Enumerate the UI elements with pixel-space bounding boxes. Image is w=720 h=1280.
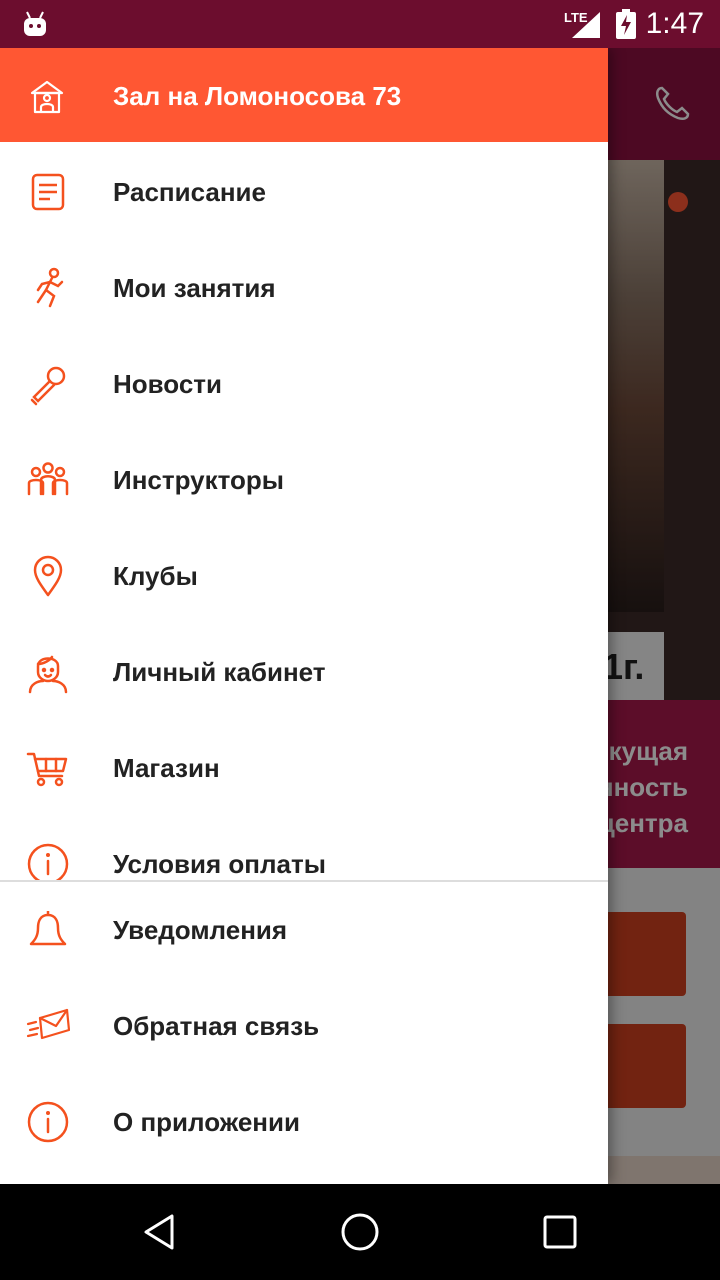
- battery-charging-icon: [616, 9, 636, 39]
- screen: LTE 1:47 1г. кущая нность центра Зал на …: [0, 0, 720, 1280]
- drawer-header[interactable]: Зал на Ломоносова 73: [0, 48, 608, 142]
- drawer-footer-menu: Уведомления Обратная связь О приложении: [0, 882, 608, 1184]
- menu-item-instructors[interactable]: Инструкторы: [0, 432, 608, 528]
- info-icon: [27, 843, 69, 880]
- menu-item-feedback[interactable]: Обратная связь: [0, 978, 608, 1074]
- menu-item-shop[interactable]: Магазин: [0, 720, 608, 816]
- house-icon: [30, 80, 64, 114]
- person-icon: [28, 655, 68, 694]
- recent-apps-icon[interactable]: [538, 1210, 582, 1254]
- menu-item-schedule[interactable]: Расписание: [0, 144, 608, 240]
- menu-item-payment-terms[interactable]: Условия оплаты: [0, 816, 608, 880]
- info-icon: [27, 1101, 69, 1143]
- back-icon[interactable]: [138, 1210, 182, 1254]
- drawer-menu: Расписание Мои занятия Новости Инструкто…: [0, 144, 608, 880]
- status-bar: LTE 1:47: [0, 0, 720, 48]
- signal-icon: [572, 12, 600, 38]
- menu-item-label: Мои занятия: [113, 273, 276, 303]
- system-navigation-bar: [0, 1184, 720, 1280]
- menu-item-personal-account[interactable]: Личный кабинет: [0, 624, 608, 720]
- gym-title: Зал на Ломоносова 73: [113, 81, 402, 111]
- android-icon: [24, 11, 46, 36]
- navigation-drawer: Зал на Ломоносова 73 Расписание Мои заня…: [0, 48, 608, 1184]
- microphone-icon: [30, 366, 66, 406]
- menu-item-news[interactable]: Новости: [0, 336, 608, 432]
- menu-item-label: Обратная связь: [113, 1011, 320, 1041]
- menu-item-label: Расписание: [113, 177, 266, 207]
- home-icon[interactable]: [338, 1210, 382, 1254]
- menu-item-notifications[interactable]: Уведомления: [0, 882, 608, 978]
- envelope-icon: [26, 1008, 70, 1040]
- menu-item-label: Магазин: [113, 753, 220, 783]
- menu-item-about[interactable]: О приложении: [0, 1074, 608, 1170]
- menu-item-my-classes[interactable]: Мои занятия: [0, 240, 608, 336]
- menu-item-label: Инструкторы: [113, 465, 284, 495]
- menu-item-clubs[interactable]: Клубы: [0, 528, 608, 624]
- clock: 1:47: [645, 7, 704, 40]
- people-icon: [27, 462, 69, 496]
- menu-item-label: Уведомления: [113, 915, 288, 945]
- menu-item-label: Клубы: [113, 561, 198, 591]
- menu-item-label: Личный кабинет: [113, 657, 326, 687]
- menu-item-label: Условия оплаты: [113, 849, 326, 879]
- cart-icon: [26, 752, 68, 787]
- menu-item-label: О приложении: [113, 1107, 300, 1137]
- location-pin-icon: [33, 555, 63, 597]
- menu-item-label: Новости: [113, 369, 223, 399]
- document-icon: [31, 173, 65, 211]
- bell-icon: [29, 911, 67, 946]
- runner-icon: [36, 267, 64, 308]
